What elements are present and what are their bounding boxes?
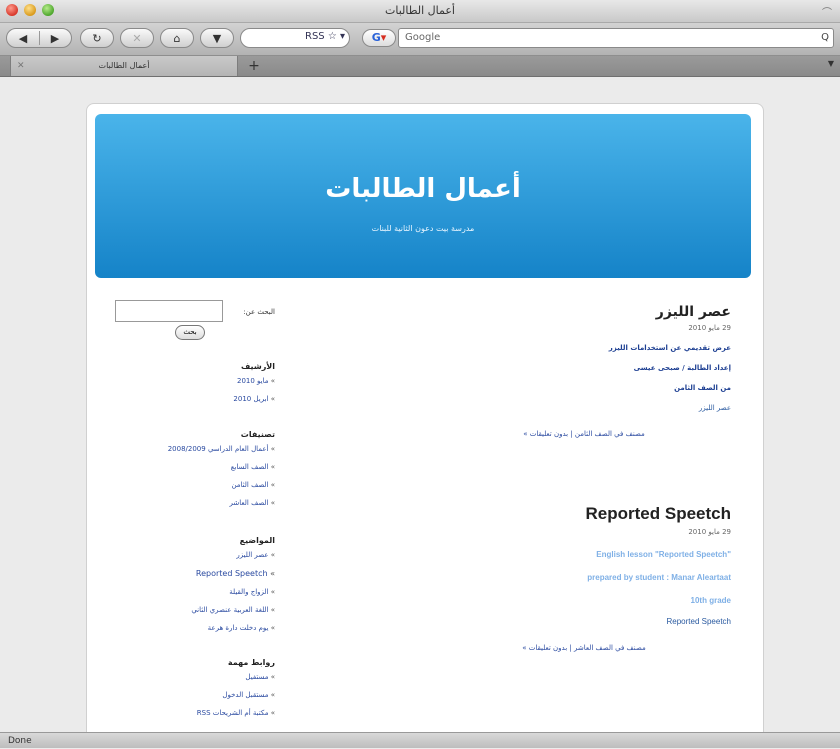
tab-overflow-icon[interactable]: ▼ bbox=[828, 59, 834, 68]
category-link[interactable]: الصف السابع bbox=[115, 463, 275, 471]
recent-post-link[interactable]: يوم دخلت دارة هرعة bbox=[115, 624, 275, 632]
link-item[interactable]: مكتبة أم الشريحات RSS bbox=[115, 709, 275, 717]
search-label: البحث عن: bbox=[243, 308, 275, 316]
window-title: أعمال الطالبات bbox=[385, 4, 455, 17]
category-link[interactable]: الصف الثامن bbox=[115, 481, 275, 489]
recent-post-link[interactable]: Reported Speetch bbox=[115, 569, 275, 578]
google-search-field[interactable]: Google Q bbox=[398, 28, 834, 48]
tab-label: أعمال الطالبات bbox=[98, 61, 150, 70]
post-meta[interactable]: مصنف في الصف الثامن | بدون تعليقات » bbox=[437, 430, 731, 438]
post-text: prepared by student : Manar Aleartaat bbox=[587, 573, 731, 582]
links-title: روابط مهمة bbox=[227, 658, 275, 667]
blog-page: أعمال الطالبات مدرسة بيت دعون الثانية لل… bbox=[86, 103, 764, 732]
recent-posts-widget: المواضيع عصر الليزر Reported Speetch الز… bbox=[115, 536, 275, 642]
categories-title: تصنيفات bbox=[240, 430, 275, 439]
post-text: عرض تقديمي عن استخدامات الليزر bbox=[608, 344, 731, 352]
category-link[interactable]: الصف العاشر bbox=[115, 499, 275, 507]
post-text: 10th grade bbox=[690, 596, 731, 605]
site-description: مدرسة بيت دعون الثانية للبنات bbox=[371, 224, 475, 233]
post: Reported Speetch 29 مايو 2010 "English l… bbox=[437, 504, 731, 652]
window-titlebar: أعمال الطالبات ⌒ bbox=[0, 0, 840, 23]
close-tab-icon[interactable]: ✕ bbox=[17, 56, 25, 76]
links-widget: روابط مهمة مستفيل مستقبل الدخول مكتبة أم… bbox=[115, 658, 275, 727]
post: عصر الليزر 29 مايو 2010 عرض تقديمي عن اس… bbox=[437, 304, 731, 438]
back-button[interactable]: ◀ bbox=[7, 29, 39, 49]
post-attachment-link[interactable]: Reported Speetch bbox=[437, 617, 732, 626]
archives-widget: الأرشيف مايو 2010 ابريل 2010 bbox=[115, 362, 275, 413]
archives-title: الأرشيف bbox=[241, 362, 275, 371]
search-placeholder: Google bbox=[405, 32, 441, 43]
link-item[interactable]: مستقبل الدخول bbox=[115, 691, 275, 699]
post-date: 29 مايو 2010 bbox=[688, 528, 731, 536]
category-link[interactable]: أعمال العام الدراسي 2008/2009 bbox=[115, 445, 275, 453]
stop-button[interactable]: ✕ bbox=[120, 28, 154, 48]
reload-button[interactable]: ↻ bbox=[80, 28, 114, 48]
search-icon[interactable]: Q bbox=[821, 29, 829, 47]
post-title[interactable]: عصر الليزر bbox=[437, 304, 731, 320]
forward-button[interactable]: ▶ bbox=[39, 29, 71, 49]
new-tab-button[interactable]: + bbox=[244, 57, 264, 75]
blog-header: أعمال الطالبات مدرسة بيت دعون الثانية لل… bbox=[95, 114, 751, 278]
link-item[interactable]: مستفيل bbox=[115, 673, 275, 681]
post-attachment-link[interactable]: عصر الليزر bbox=[437, 404, 731, 412]
search-engine-selector[interactable]: G▾ bbox=[362, 29, 396, 47]
blog-search-button[interactable]: بحث bbox=[175, 325, 205, 340]
blog-search-input[interactable] bbox=[115, 300, 223, 322]
recent-posts-title: المواضيع bbox=[239, 536, 275, 545]
status-text: Done bbox=[8, 736, 32, 746]
toolbar-toggle-icon[interactable]: ⌒ bbox=[822, 4, 832, 19]
tab-bar: ✕ أعمال الطالبات + ▼ bbox=[0, 56, 840, 77]
post-meta[interactable]: مصنف في الصف العاشر | بدون تعليقات » bbox=[437, 644, 731, 652]
post-text: إعداد الطالبة / صبحى عيسى bbox=[633, 364, 731, 372]
archive-link[interactable]: مايو 2010 bbox=[115, 377, 275, 385]
tabs-menu-button[interactable]: ▼ bbox=[200, 28, 234, 48]
recent-post-link[interactable]: اللغة العربية عنصري الثاني bbox=[115, 606, 275, 614]
recent-post-link[interactable]: عصر الليزر bbox=[115, 551, 275, 559]
bookmark-star-icon[interactable]: RSS ☆ ▾ bbox=[305, 31, 345, 42]
post-text: من الصف الثامن bbox=[674, 384, 731, 392]
back-forward-group: ◀ ▶ bbox=[6, 28, 72, 48]
tab-current[interactable]: ✕ أعمال الطالبات bbox=[10, 56, 238, 76]
post-date: 29 مايو 2010 bbox=[688, 324, 731, 332]
home-button[interactable]: ⌂ bbox=[160, 28, 194, 48]
recent-post-link[interactable]: الزواج والقيلة bbox=[115, 588, 275, 596]
categories-widget: تصنيفات أعمال العام الدراسي 2008/2009 ال… bbox=[115, 430, 275, 517]
post-title[interactable]: Reported Speetch bbox=[437, 504, 731, 524]
site-title[interactable]: أعمال الطالبات bbox=[95, 174, 751, 204]
post-text: "English lesson "Reported Speetch bbox=[596, 550, 731, 559]
status-bar: Done bbox=[0, 732, 840, 748]
address-bar[interactable]: RSS ☆ ▾ bbox=[240, 28, 350, 48]
browser-toolbar: ◀ ▶ ↻ ✕ ⌂ ▼ RSS ☆ ▾ G▾ Google Q bbox=[0, 23, 840, 56]
page-viewport: أعمال الطالبات مدرسة بيت دعون الثانية لل… bbox=[0, 77, 840, 732]
archive-link[interactable]: ابريل 2010 bbox=[115, 395, 275, 403]
